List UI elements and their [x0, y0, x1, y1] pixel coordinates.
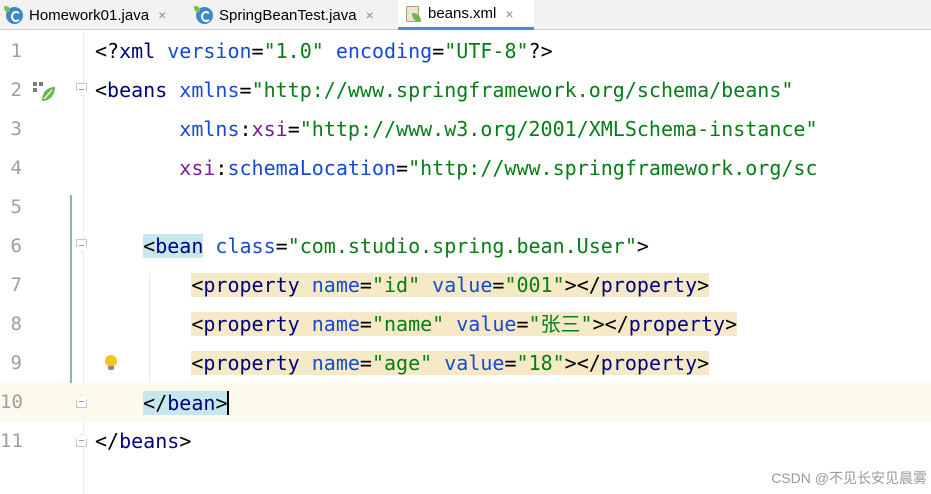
line-number: 6 [10, 235, 22, 257]
code-line[interactable]: 3 xmlns:xsi="http://www.w3.org/2001/XMLS… [0, 110, 931, 149]
code-line[interactable]: 1 <?xml version="1.0" encoding="UTF-8"?> [0, 32, 931, 71]
spring-xml-icon [404, 5, 422, 23]
fold-toggle-icon[interactable] [76, 434, 87, 447]
code-line[interactable]: 5 [0, 188, 931, 227]
tab-beans-xml[interactable]: beans.xml × [398, 0, 534, 30]
tab-label: Homework01.java [29, 6, 150, 24]
fold-toggle-icon[interactable] [76, 83, 87, 96]
code-editor[interactable]: 1 <?xml version="1.0" encoding="UTF-8"?>… [0, 31, 931, 494]
code-text[interactable]: <property name="age" value="18"></proper… [95, 351, 710, 375]
tab-homework01[interactable]: Homework01.java × [0, 0, 188, 30]
code-line[interactable]: 4 xsi:schemaLocation="http://www.springf… [0, 149, 931, 188]
code-text[interactable]: xsi:schemaLocation="http://www.springfra… [95, 157, 817, 179]
code-text[interactable]: <property name="id" value="001"></proper… [95, 273, 710, 297]
code-line[interactable]: 6 <bean class="com.studio.spring.bean.Us… [0, 227, 931, 266]
code-text[interactable]: <?xml version="1.0" encoding="UTF-8"?> [95, 40, 553, 62]
fold-toggle-icon[interactable] [76, 239, 87, 252]
code-line-current[interactable]: 10 </bean> [0, 383, 931, 422]
java-class-icon [194, 5, 213, 24]
java-class-icon [4, 5, 23, 24]
line-number: 2 [10, 79, 22, 101]
code-text[interactable]: </beans> [95, 430, 191, 452]
text-caret [227, 391, 230, 415]
line-number: 7 [10, 274, 22, 296]
watermark: CSDN @不见长安见晨雾 [771, 470, 927, 486]
tab-label: beans.xml [428, 5, 497, 22]
line-number: 5 [10, 196, 22, 218]
code-line[interactable]: 7 <property name="id" value="001"></prop… [0, 266, 931, 305]
code-text[interactable]: <beans xmlns="http://www.springframework… [95, 79, 793, 101]
code-line[interactable]: 9 <property name="age" value="18"></prop… [0, 344, 931, 383]
code-line[interactable]: 11 </beans> [0, 422, 931, 461]
close-icon[interactable]: × [505, 7, 513, 21]
line-number: 11 [0, 430, 23, 452]
line-number: 9 [10, 352, 22, 374]
code-text[interactable]: xmlns:xsi="http://www.w3.org/2001/XMLSch… [95, 118, 817, 140]
code-line[interactable]: 8 <property name="name" value="张三"></pro… [0, 305, 931, 344]
spring-bean-icon[interactable] [32, 81, 56, 103]
code-text[interactable]: <bean class="com.studio.spring.bean.User… [95, 234, 649, 258]
code-text[interactable]: </bean> [95, 391, 230, 415]
fold-toggle-icon[interactable] [76, 395, 87, 408]
line-number: 1 [10, 40, 22, 62]
editor-tab-bar: Homework01.java × SpringBeanTest.java × … [0, 0, 931, 30]
tab-label: SpringBeanTest.java [219, 6, 357, 24]
line-number: 3 [10, 118, 22, 140]
close-icon[interactable]: × [366, 8, 374, 22]
line-number: 10 [0, 391, 23, 413]
code-line[interactable]: 2 <beans xmlns="http://www.springframewo… [0, 71, 931, 110]
line-number: 4 [10, 157, 22, 179]
tab-springbeantest[interactable]: SpringBeanTest.java × [190, 0, 396, 30]
code-text[interactable]: <property name="name" value="张三"></prope… [95, 312, 738, 336]
close-icon[interactable]: × [158, 8, 166, 22]
line-number: 8 [10, 313, 22, 335]
